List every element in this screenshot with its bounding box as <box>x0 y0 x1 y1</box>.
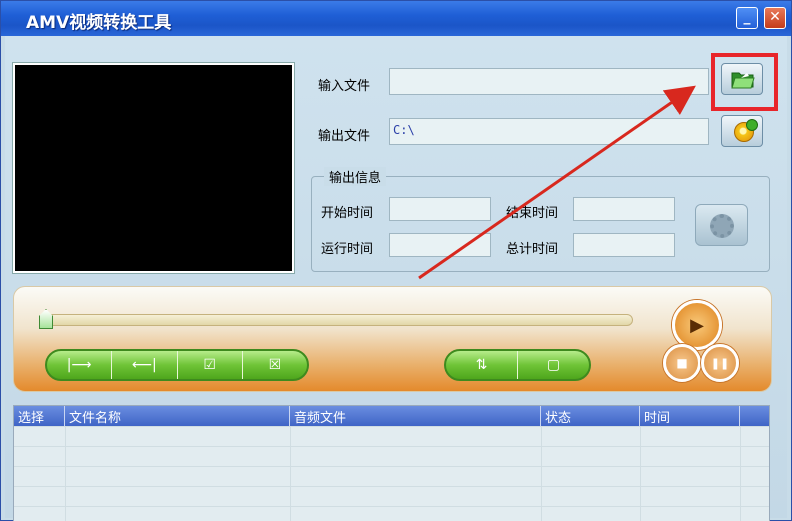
annotation-arrow <box>418 85 696 280</box>
app-window: AMV视频转换工具 _ ✕ 输入文件 输出文件 C:\ 输出信息 开始时间 结束… <box>0 0 792 521</box>
